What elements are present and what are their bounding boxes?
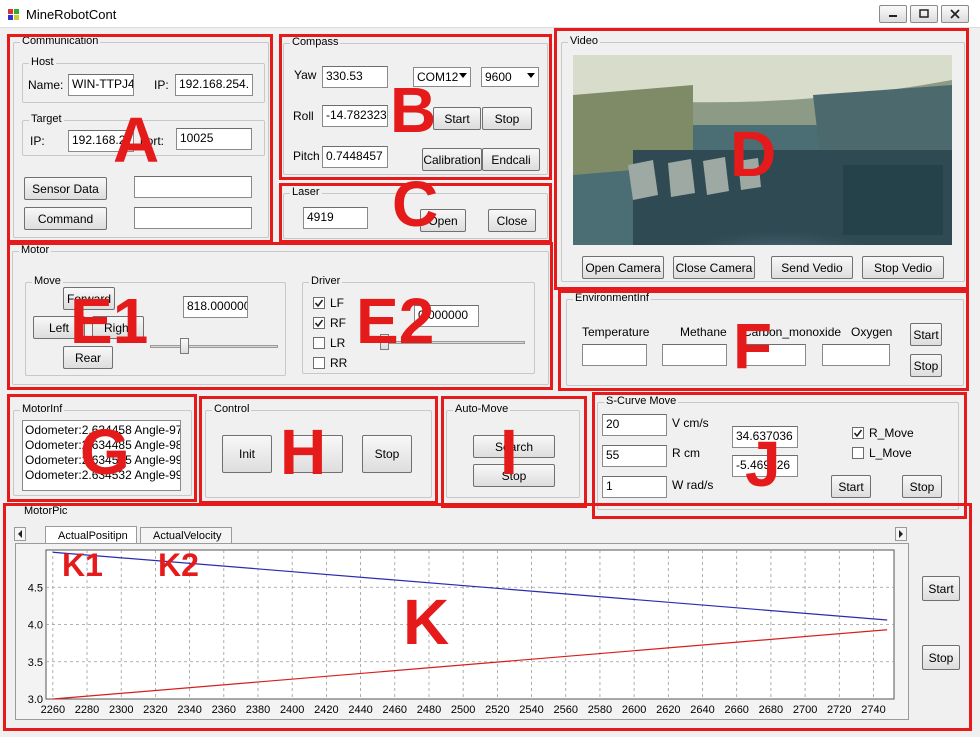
annotation-label-g: G <box>80 416 130 488</box>
minimize-button[interactable] <box>879 5 907 23</box>
annotation-label-f: F <box>733 310 773 382</box>
annotation-label-e2: E2 <box>356 285 435 357</box>
maximize-button[interactable] <box>910 5 938 23</box>
annotation-label-a: A <box>113 104 160 176</box>
annotation-label-d: D <box>730 118 777 190</box>
close-window-button[interactable] <box>941 5 969 23</box>
annotation-label-k2: K2 <box>158 547 199 583</box>
app-icon <box>8 9 19 20</box>
title-bar: MineRobotCont <box>0 0 980 28</box>
annotation-label-h: H <box>280 416 327 488</box>
annotation-label-i: I <box>500 416 518 488</box>
window-title: MineRobotCont <box>26 7 117 22</box>
maximize-icon <box>919 9 929 18</box>
annotation-label-b: B <box>390 74 437 146</box>
annotation-box-k <box>3 503 972 731</box>
annotation-label-k1: K1 <box>62 547 103 583</box>
minimize-icon <box>889 15 897 17</box>
close-icon <box>950 9 960 19</box>
annotation-label-j: J <box>745 428 781 500</box>
annotation-label-k: K <box>403 586 450 658</box>
annotation-label-c: C <box>392 168 439 240</box>
annotation-label-e1: E1 <box>70 285 149 357</box>
